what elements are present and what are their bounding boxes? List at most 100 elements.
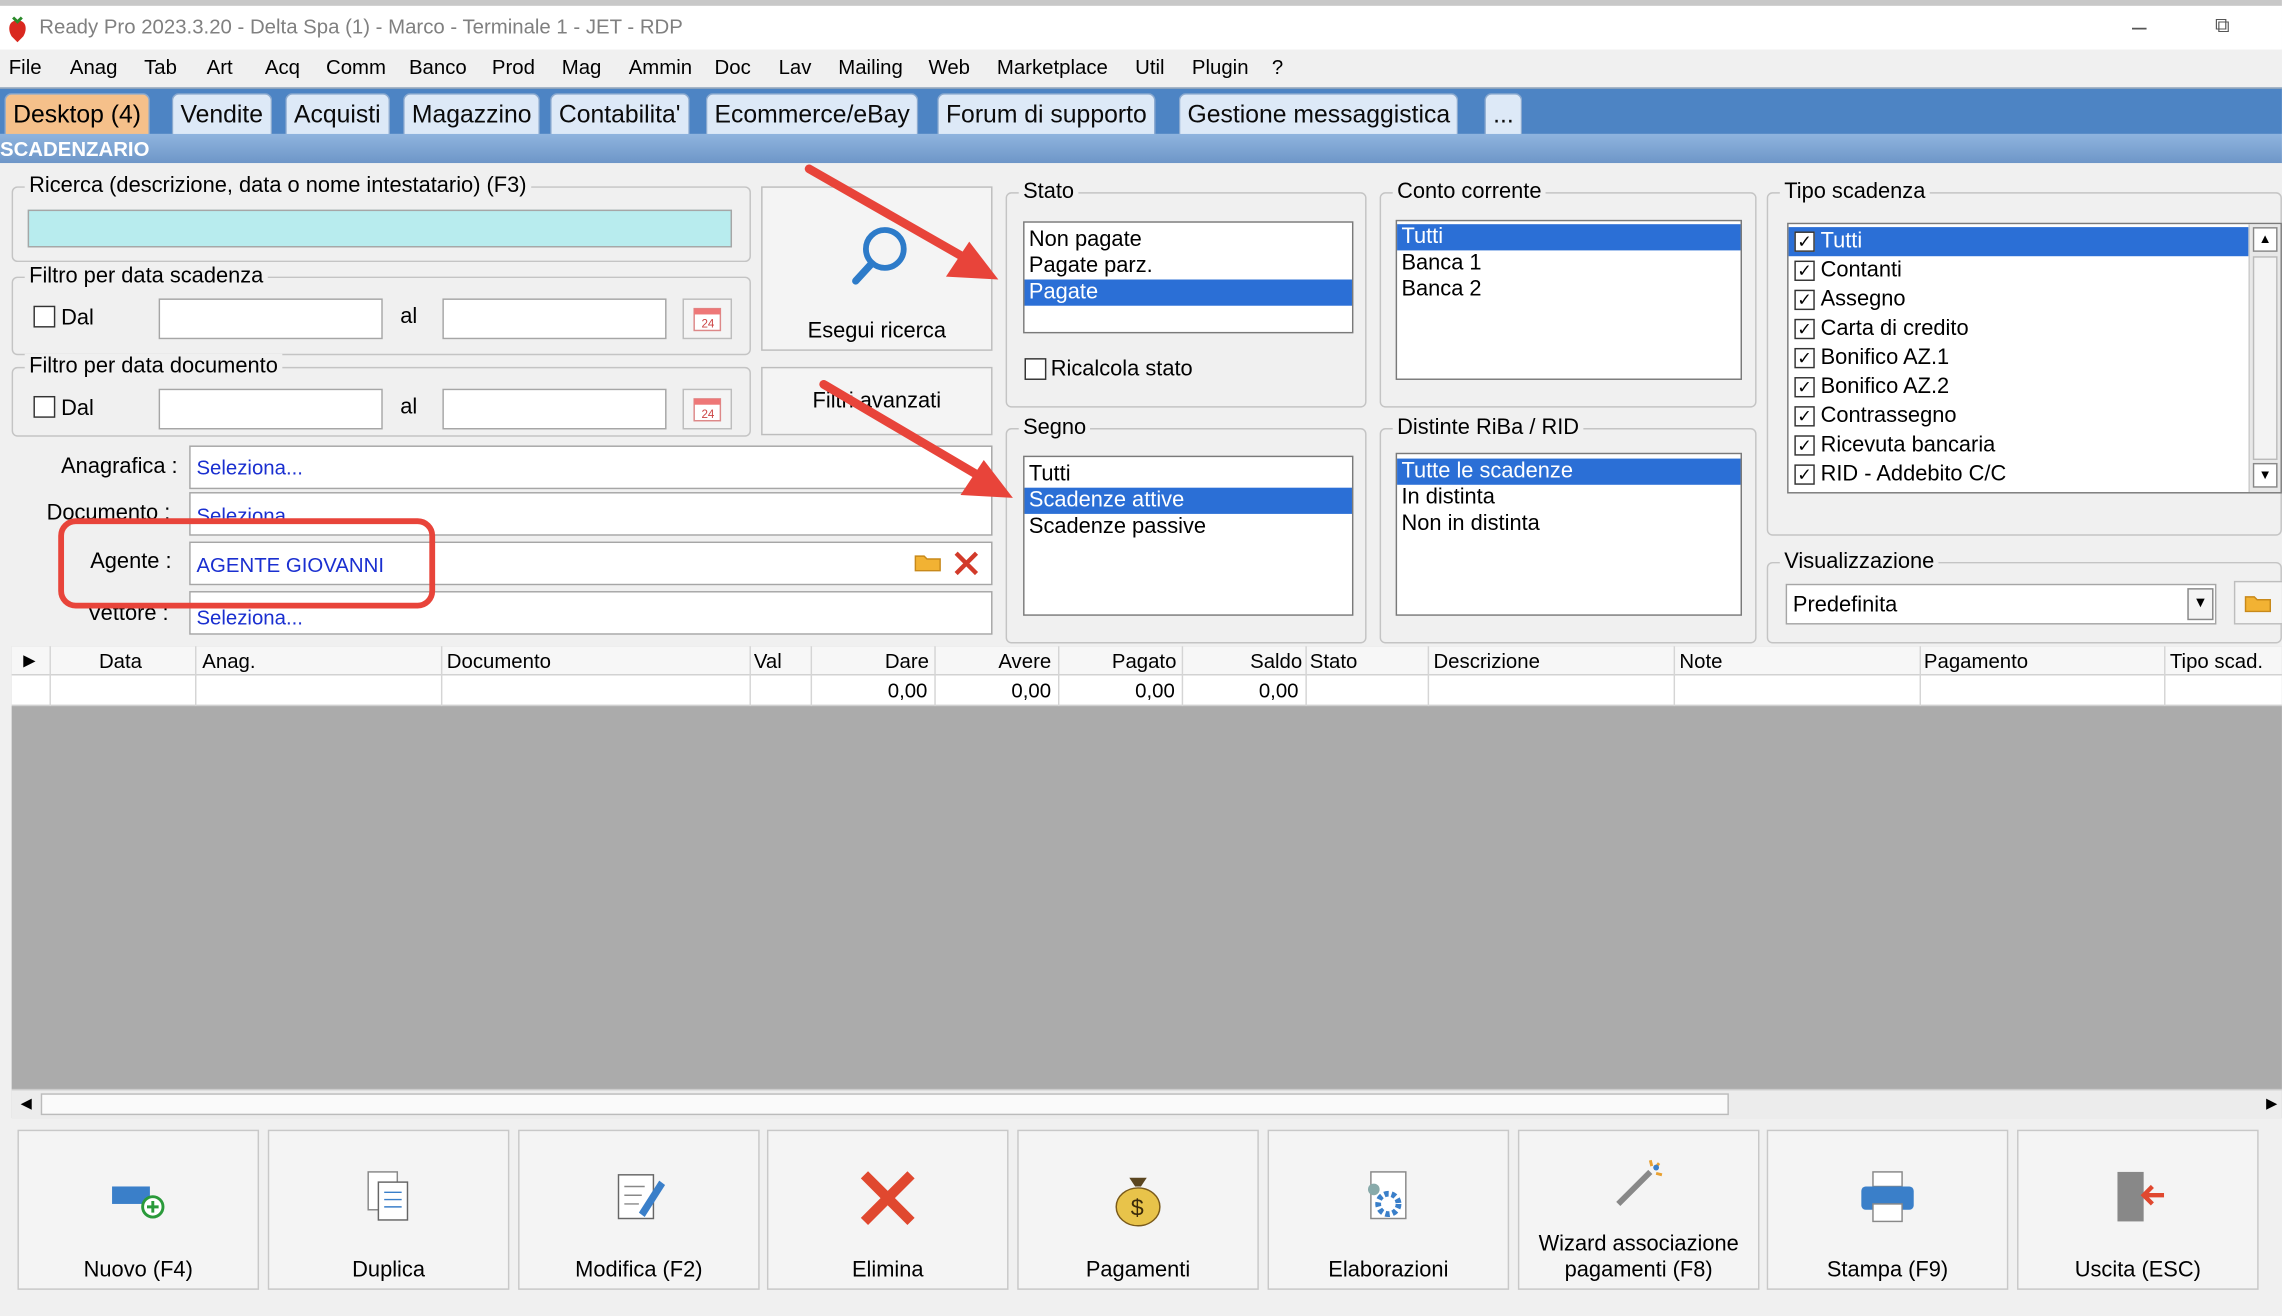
col-note[interactable]: Note: [1679, 649, 1722, 672]
scroll-up-icon[interactable]: ▲: [2252, 227, 2278, 252]
menu-prod[interactable]: Prod: [492, 55, 535, 78]
tipo-item[interactable]: ✓ Carta di credito: [1789, 314, 2281, 343]
duplica-button[interactable]: Duplica: [267, 1129, 510, 1290]
col-pagato[interactable]: Pagato: [1112, 649, 1177, 672]
menu-tab[interactable]: Tab: [144, 55, 177, 78]
tipo-list[interactable]: ✓ Tutti ✓ Contanti ✓ Assegno ✓ Carta di cred…: [1787, 222, 2282, 494]
menu-mag[interactable]: Mag: [562, 55, 602, 78]
distinte-item-selected[interactable]: Tutte le scadenze: [1397, 458, 1741, 485]
conto-list[interactable]: Tutti Banca 1 Banca 2: [1395, 219, 1742, 380]
tab-magazzino[interactable]: Magazzino: [403, 93, 541, 136]
tab-contabilita[interactable]: Contabilita': [550, 93, 690, 136]
col-val[interactable]: Val: [754, 649, 782, 672]
menu-art[interactable]: Art: [207, 55, 233, 78]
menu-marketplace[interactable]: Marketplace: [997, 55, 1108, 78]
pagamenti-button[interactable]: $ Pagamenti: [1017, 1129, 1259, 1290]
tipo-item[interactable]: ✓ Ricevuta bancaria: [1789, 431, 2281, 460]
visualizzazione-folder-button[interactable]: [2233, 580, 2282, 625]
col-dare[interactable]: Dare: [885, 649, 929, 672]
uscita-button[interactable]: Uscita (ESC): [2017, 1129, 2259, 1290]
menu-lav[interactable]: Lav: [779, 55, 812, 78]
tipo-item[interactable]: ✓ Contanti: [1789, 256, 2281, 285]
stato-item-selected[interactable]: Pagate: [1024, 279, 1352, 306]
col-pagamento[interactable]: Pagamento: [1924, 649, 2028, 672]
tipo-item[interactable]: ✓ Contrassegno: [1789, 402, 2281, 431]
segno-item[interactable]: Scadenze passive: [1025, 514, 1352, 540]
distinte-item[interactable]: In distinta: [1397, 485, 1740, 511]
tipo-item[interactable]: ✓ Assegno: [1789, 285, 2281, 314]
elimina-button[interactable]: Elimina: [766, 1129, 1009, 1290]
distinte-item[interactable]: Non in distinta: [1397, 511, 1740, 537]
menu-plugin[interactable]: Plugin: [1192, 55, 1249, 78]
search-input[interactable]: [27, 209, 733, 248]
scroll-right-icon[interactable]: ▶: [2262, 1093, 2282, 1116]
minimize-icon[interactable]: –: [2132, 12, 2147, 43]
filter-documento-to-input[interactable]: [442, 388, 667, 430]
stato-item[interactable]: Pagate parz.: [1025, 253, 1352, 279]
col-documento[interactable]: Documento: [447, 649, 551, 672]
scroll-left-icon[interactable]: ◀: [15, 1093, 38, 1116]
tipo-item-selected[interactable]: ✓ Tutti: [1788, 227, 2249, 257]
menu-web[interactable]: Web: [928, 55, 970, 78]
modifica-button[interactable]: Modifica (F2): [518, 1129, 760, 1290]
stato-list[interactable]: Non pagate Pagate parz. Pagate: [1023, 221, 1354, 334]
tipo-item[interactable]: ✓ Bonifico AZ.2: [1789, 373, 2281, 402]
visualizzazione-select[interactable]: Predefinita: [1785, 583, 2217, 625]
conto-item[interactable]: Banca 2: [1397, 277, 1740, 303]
filter-scadenza-checkbox[interactable]: [33, 305, 56, 328]
stampa-button[interactable]: Stampa (F9): [1766, 1129, 2009, 1290]
tab-vendite[interactable]: Vendite: [171, 93, 272, 136]
tipo-item[interactable]: ✓ Bonifico AZ.1: [1789, 344, 2281, 373]
menu-file[interactable]: File: [9, 55, 42, 78]
menu-acq[interactable]: Acq: [265, 55, 300, 78]
filter-documento-checkbox[interactable]: [33, 395, 56, 418]
tab-messaggistica[interactable]: Gestione messaggistica: [1178, 93, 1459, 136]
menu-banco[interactable]: Banco: [409, 55, 467, 78]
tab-more[interactable]: ...: [1484, 93, 1523, 136]
menu-util[interactable]: Util: [1135, 55, 1164, 78]
menu-ammin[interactable]: Ammin: [629, 55, 692, 78]
calendar-scadenza-button[interactable]: 24: [682, 298, 733, 340]
col-avere[interactable]: Avere: [998, 649, 1051, 672]
folder-icon[interactable]: [914, 550, 943, 573]
distinte-list[interactable]: Tutte le scadenze In distinta Non in dis…: [1395, 452, 1742, 616]
segno-item-selected[interactable]: Scadenze attive: [1024, 487, 1352, 514]
stato-item[interactable]: Non pagate: [1025, 227, 1352, 253]
tipo-scrollbar[interactable]: ▲ ▼: [2248, 224, 2281, 493]
conto-item[interactable]: Banca 1: [1397, 250, 1740, 276]
col-tipo-scad[interactable]: Tipo scad.: [2170, 649, 2263, 672]
conto-item-selected[interactable]: Tutti: [1397, 224, 1741, 251]
tab-acquisti[interactable]: Acquisti: [285, 93, 390, 136]
scadenze-grid[interactable]: ▶ Data Anag. Documento Val Dare Avere Pa…: [11, 646, 2282, 1119]
tab-desktop[interactable]: Desktop (4): [4, 93, 150, 136]
menu-comm[interactable]: Comm: [326, 55, 386, 78]
tab-ecommerce[interactable]: Ecommerce/eBay: [705, 93, 919, 136]
menu-doc[interactable]: Doc: [715, 55, 751, 78]
filter-documento-from-input[interactable]: [158, 388, 383, 430]
tipo-item[interactable]: ✓ RID - Addebito C/C: [1789, 460, 2281, 489]
col-saldo[interactable]: Saldo: [1250, 649, 1302, 672]
wizard-button[interactable]: Wizard associazione pagamenti (F8): [1517, 1129, 1760, 1290]
scroll-down-icon[interactable]: ▼: [2252, 462, 2278, 488]
col-stato[interactable]: Stato: [1310, 649, 1358, 672]
nuovo-button[interactable]: Nuovo (F4): [17, 1129, 260, 1290]
filter-scadenza-from-input[interactable]: [158, 298, 383, 340]
restore-icon[interactable]: ⧉: [2215, 13, 2230, 38]
menu-anag[interactable]: Anag: [70, 55, 118, 78]
col-data[interactable]: Data: [99, 649, 142, 672]
filter-scadenza-to-input[interactable]: [442, 298, 667, 340]
calendar-documento-button[interactable]: 24: [682, 388, 733, 430]
elaborazioni-button[interactable]: Elaborazioni: [1267, 1129, 1510, 1290]
menu-mailing[interactable]: Mailing: [838, 55, 903, 78]
segno-item[interactable]: Tutti: [1025, 461, 1352, 487]
hscroll-thumb[interactable]: [40, 1093, 1729, 1116]
grid-hscrollbar[interactable]: ◀ ▶: [11, 1088, 2282, 1119]
chevron-down-icon[interactable]: ▼: [2187, 588, 2214, 621]
clear-icon[interactable]: [952, 549, 981, 578]
segno-list[interactable]: Tutti Scadenze attive Scadenze passive: [1023, 455, 1354, 616]
col-descrizione[interactable]: Descrizione: [1433, 649, 1539, 672]
col-anag[interactable]: Anag.: [202, 649, 255, 672]
menu-help[interactable]: ?: [1272, 55, 1283, 78]
tab-forum[interactable]: Forum di supporto: [937, 93, 1156, 136]
scroll-thumb[interactable]: [2252, 256, 2278, 461]
